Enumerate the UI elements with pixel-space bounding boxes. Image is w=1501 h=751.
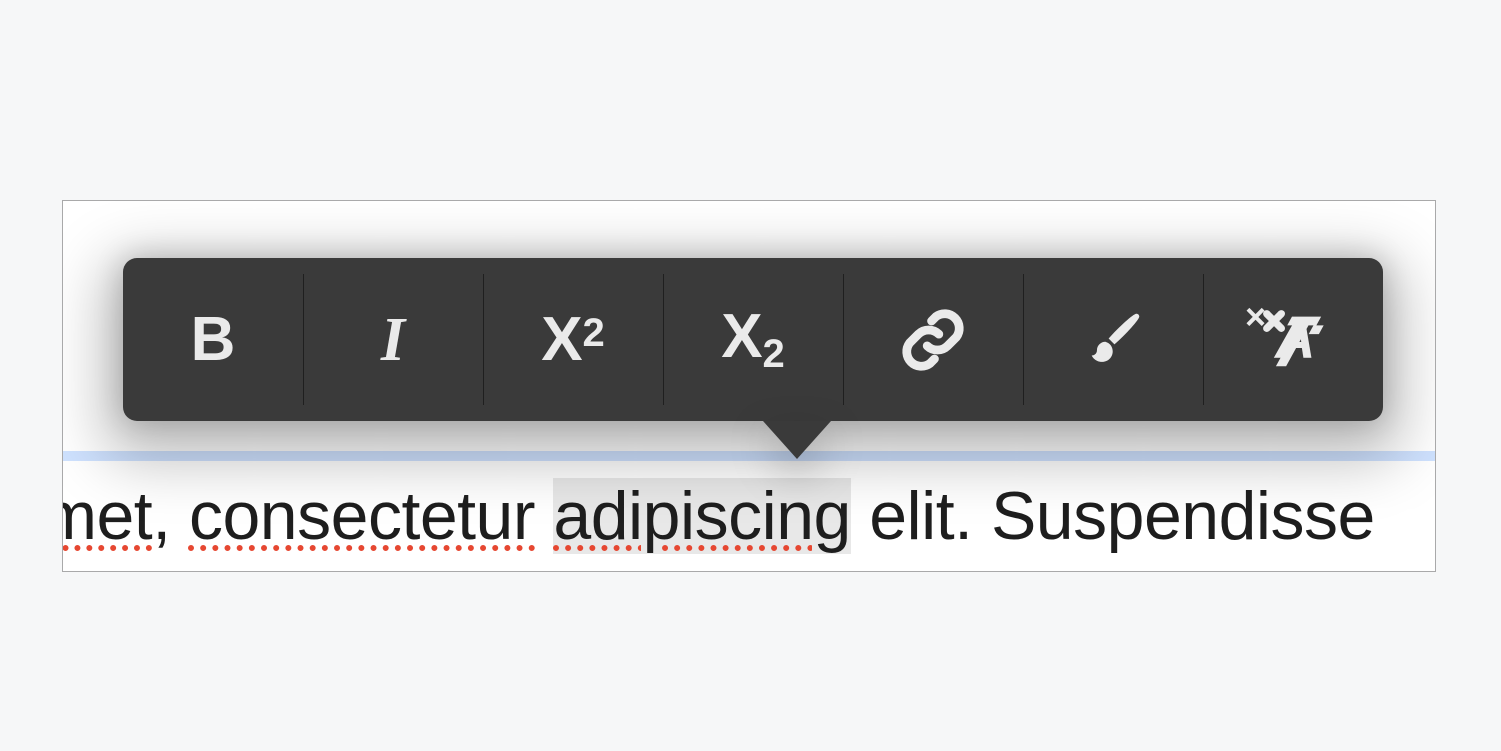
brush-icon — [1078, 305, 1148, 375]
superscript-exp: 2 — [583, 311, 605, 355]
text-seg-consectetur[interactable]: consectetur — [189, 478, 535, 554]
italic-icon: I — [381, 309, 405, 371]
clear-format-letter: A — [1275, 306, 1315, 371]
text-seg-sep1[interactable]: , — [152, 478, 189, 554]
toolbar-caret — [763, 421, 831, 459]
bold-icon: B — [191, 309, 236, 371]
editor-area[interactable]: B I X2 X2 — [62, 200, 1436, 572]
subscript-icon: X2 — [721, 306, 785, 374]
superscript-base: X — [541, 305, 582, 374]
text-seg-rest[interactable]: elit. Suspendisse — [851, 478, 1375, 554]
text-seg-amet[interactable]: amet — [62, 478, 152, 554]
link-icon — [898, 305, 968, 375]
italic-button[interactable]: I — [303, 258, 483, 421]
subscript-sub: 2 — [763, 332, 785, 376]
clear-format-x: × — [1245, 296, 1266, 338]
superscript-button[interactable]: X2 — [483, 258, 663, 421]
subscript-button[interactable]: X2 — [663, 258, 843, 421]
link-button[interactable] — [843, 258, 1023, 421]
superscript-icon: X2 — [541, 309, 605, 371]
clear-formatting-button[interactable]: A × — [1203, 258, 1383, 421]
bold-button[interactable]: B — [123, 258, 303, 421]
text-seg-sep2[interactable] — [535, 478, 553, 554]
block-top-highlight — [63, 451, 1435, 461]
subscript-base: X — [721, 302, 762, 371]
editor-text-line[interactable]: amet, consectetur adipiscing elit. Suspe… — [62, 461, 1375, 571]
inline-formatting-toolbar: B I X2 X2 — [123, 258, 1383, 421]
text-seg-adipiscing-selected[interactable]: adipiscing — [553, 478, 850, 554]
highlight-button[interactable] — [1023, 258, 1203, 421]
